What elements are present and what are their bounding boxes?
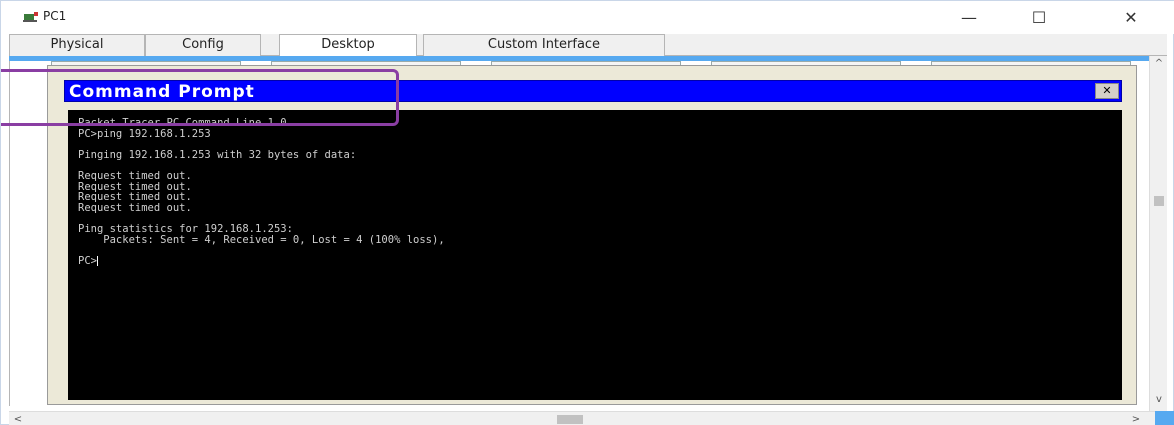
tab-physical[interactable]: Physical [9, 34, 145, 56]
terminal-line: Packets: Sent = 4, Received = 0, Lost = … [78, 233, 445, 246]
terminal-prompt: PC> [78, 254, 97, 267]
window-titlebar[interactable]: PC1 — ☐ ✕ [1, 1, 1174, 34]
annotation-highlight-box [1, 69, 399, 126]
terminal-line: Pinging 192.168.1.253 with 32 bytes of d… [78, 148, 357, 161]
scroll-down-icon[interactable]: v [1150, 392, 1168, 408]
tab-config[interactable]: Config [145, 34, 261, 56]
terminal-line: Request timed out. [78, 201, 192, 214]
window-title: PC1 [43, 9, 67, 23]
maximize-button[interactable]: ☐ [1017, 5, 1061, 31]
vertical-scroll-thumb[interactable] [1154, 196, 1164, 206]
tab-custom-interface[interactable]: Custom Interface [423, 34, 665, 56]
terminal-line: PC>ping 192.168.1.253 [78, 127, 211, 140]
horizontal-scroll-thumb[interactable] [557, 415, 583, 424]
scroll-left-icon[interactable]: < [9, 412, 27, 425]
pc1-window: PC1 — ☐ ✕ Physical Config Desktop Custom… [0, 0, 1174, 425]
scrollbar-corner [1155, 411, 1174, 425]
close-button[interactable]: ✕ [1109, 5, 1153, 31]
terminal-line: Request timed out. [78, 169, 192, 182]
scroll-right-icon[interactable]: > [1127, 412, 1145, 425]
horizontal-scrollbar[interactable]: < > [9, 411, 1167, 425]
tab-bar: Physical Config Desktop Custom Interface [9, 34, 1167, 57]
text-cursor [96, 256, 98, 267]
scroll-up-icon[interactable]: ^ [1150, 56, 1168, 72]
command-prompt-close-button[interactable]: ✕ [1095, 83, 1119, 99]
terminal-prompt-line[interactable]: PC> [78, 254, 1112, 267]
terminal-output[interactable]: Packet Tracer PC Command Line 1.0 PC>pin… [68, 110, 1122, 400]
pc-app-icon [23, 12, 38, 22]
terminal-line: Request timed out. [78, 191, 192, 204]
vertical-scrollbar[interactable]: ^ v [1149, 56, 1167, 411]
minimize-button[interactable]: — [947, 5, 991, 31]
tab-desktop[interactable]: Desktop [279, 34, 417, 57]
terminal-line: Request timed out. [78, 180, 192, 193]
terminal-line: Ping statistics for 192.168.1.253: [78, 222, 293, 235]
